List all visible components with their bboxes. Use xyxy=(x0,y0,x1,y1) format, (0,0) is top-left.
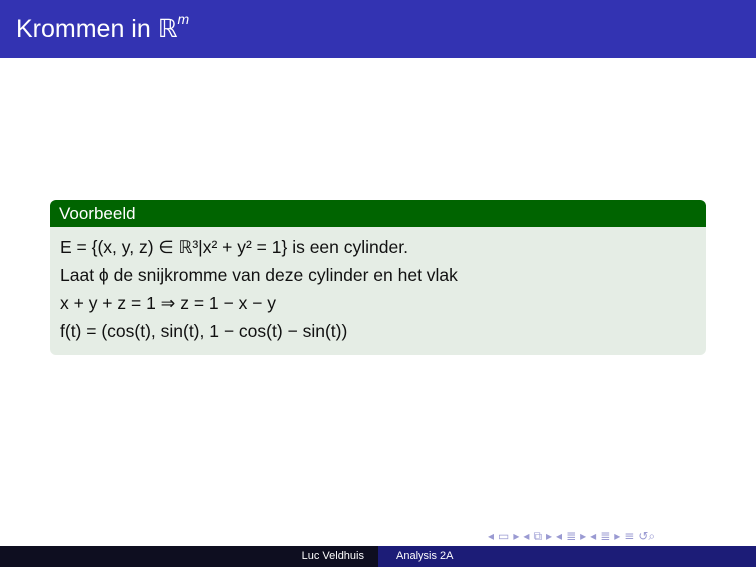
example-block: Voorbeeld E = {(x, y, z) ∈ ℝ³|x² + y² = … xyxy=(50,200,706,355)
footer-course: Analysis 2A xyxy=(378,546,756,567)
block-line: x + y + z = 1 ⇒ z = 1 − x − y xyxy=(60,293,277,313)
slide-title: Krommen in ℝm xyxy=(16,10,190,44)
block-line: E = {(x, y, z) ∈ ℝ³|x² + y² = 1} is een … xyxy=(60,237,408,257)
nav-prev-section-icon[interactable]: ◂ xyxy=(523,529,529,543)
nav-subsection-icon[interactable]: ≣ xyxy=(566,529,576,543)
slide-footer: Luc Veldhuis Analysis 2A xyxy=(0,546,756,567)
nav-sub2-icon[interactable]: ≣ xyxy=(600,529,610,543)
nav-next-frame-icon[interactable]: ▸ xyxy=(513,529,519,543)
nav-prev-subsection-icon[interactable]: ◂ xyxy=(556,529,562,543)
beamer-navigation: ◂ ▭ ▸ ◂ ⧉ ▸ ◂ ≣ ▸ ◂ ≣ ▸ ≡ ↺⌕ xyxy=(486,527,657,545)
title-text: Krommen in xyxy=(16,15,158,43)
nav-prev-sub2-icon[interactable]: ◂ xyxy=(590,529,596,543)
footer-author: Luc Veldhuis xyxy=(0,546,378,567)
nav-frame-icon[interactable]: ▭ xyxy=(498,529,509,543)
nav-doc-icon[interactable]: ≡ xyxy=(624,529,634,543)
nav-prev-frame-icon[interactable]: ◂ xyxy=(488,529,494,543)
block-line: Laat ϕ de snijkromme van deze cylinder e… xyxy=(60,265,458,285)
title-superscript: m xyxy=(177,10,190,27)
title-set: ℝ xyxy=(157,15,178,43)
nav-next-sub2-icon[interactable]: ▸ xyxy=(614,529,620,543)
slide-header: Krommen in ℝm xyxy=(0,0,756,58)
nav-search-icon[interactable]: ↺⌕ xyxy=(638,529,655,544)
block-body: E = {(x, y, z) ∈ ℝ³|x² + y² = 1} is een … xyxy=(50,227,706,355)
nav-next-subsection-icon[interactable]: ▸ xyxy=(580,529,586,543)
nav-section-icon[interactable]: ⧉ xyxy=(533,529,542,544)
nav-next-section-icon[interactable]: ▸ xyxy=(546,529,552,543)
block-line: f(t) = (cos(t), sin(t), 1 − cos(t) − sin… xyxy=(60,321,348,341)
block-title: Voorbeeld xyxy=(50,200,706,227)
